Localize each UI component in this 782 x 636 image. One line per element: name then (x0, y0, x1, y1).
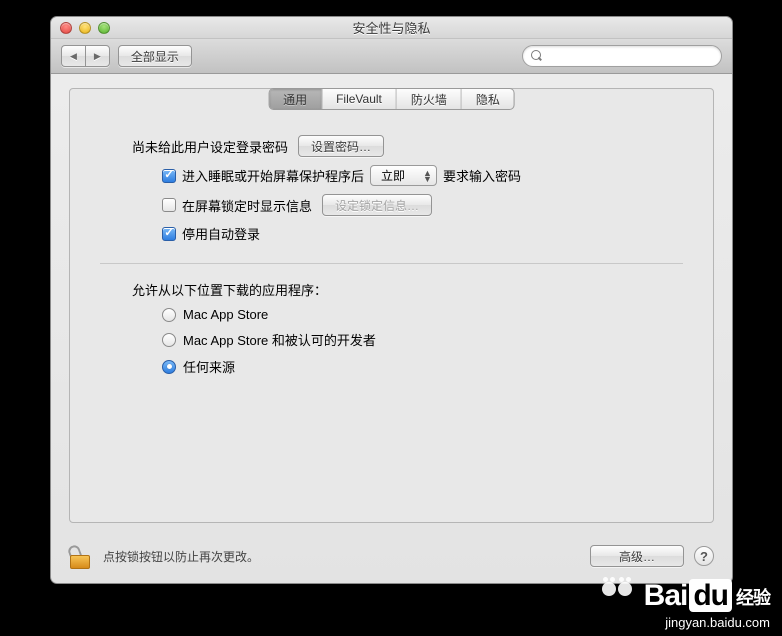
titlebar: 安全性与隐私 (51, 17, 732, 39)
allow-apps-option-identified[interactable] (162, 333, 176, 347)
advanced-button[interactable]: 高级… (590, 545, 684, 567)
tab-firewall[interactable]: 防火墙 (397, 89, 462, 109)
preferences-window: 安全性与隐私 ◀ ▶ 全部显示 通用 FileVault 防火墙 隐私 尚未给此… (50, 16, 733, 584)
nav-segment: ◀ ▶ (61, 45, 110, 67)
allow-apps-option-anywhere[interactable] (162, 360, 176, 374)
watermark-brand-du: du (689, 579, 732, 612)
allow-apps-option-identified-label: Mac App Store 和被认可的开发者 (183, 330, 376, 349)
allow-apps-option-appstore-label: Mac App Store (183, 307, 268, 322)
no-password-label: 尚未给此用户设定登录密码 (132, 137, 288, 156)
watermark-url: jingyan.baidu.com (644, 615, 770, 630)
tab-privacy[interactable]: 隐私 (462, 89, 514, 109)
tab-filevault[interactable]: FileVault (322, 89, 397, 109)
tab-general[interactable]: 通用 (269, 89, 322, 109)
lock-icon[interactable] (69, 543, 95, 569)
show-all-button[interactable]: 全部显示 (118, 45, 192, 67)
updown-icon: ▲▼ (423, 170, 432, 182)
allow-apps-label: 允许从以下位置下载的应用程序： (132, 280, 327, 299)
search-icon (531, 50, 542, 62)
window-title: 安全性与隐私 (51, 18, 732, 37)
require-password-checkbox[interactable] (162, 169, 176, 183)
disable-auto-login-checkbox[interactable] (162, 227, 176, 241)
search-input[interactable] (546, 49, 713, 63)
watermark: Baidu经验 jingyan.baidu.com (644, 579, 770, 630)
allow-apps-option-appstore[interactable] (162, 308, 176, 322)
general-pane: 通用 FileVault 防火墙 隐私 尚未给此用户设定登录密码 设置密码… 进… (69, 88, 714, 523)
require-password-delay-value: 立即 (381, 167, 405, 184)
require-password-delay-select[interactable]: 立即 ▲▼ (370, 165, 437, 186)
watermark-brand-suffix: 经验 (736, 588, 770, 608)
search-field[interactable] (522, 45, 722, 67)
show-lock-message-label: 在屏幕锁定时显示信息 (182, 196, 312, 215)
watermark-brand-bai: Bai (644, 579, 688, 612)
watermark-paws-icon (602, 582, 632, 596)
allow-apps-radiogroup: Mac App Store Mac App Store 和被认可的开发者 任何来… (162, 307, 683, 376)
chevron-right-icon: ▶ (94, 51, 101, 62)
content-area: 通用 FileVault 防火墙 隐私 尚未给此用户设定登录密码 设置密码… 进… (51, 74, 732, 533)
tab-bar: 通用 FileVault 防火墙 隐私 (268, 88, 515, 110)
set-lock-message-button[interactable]: 设定锁定信息… (322, 194, 432, 216)
allow-apps-option-anywhere-label: 任何来源 (183, 357, 235, 376)
require-password-suffix: 要求输入密码 (443, 166, 521, 185)
footer: 点按锁按钮以防止再次更改。 高级… ? (51, 533, 732, 583)
forward-button[interactable]: ▶ (85, 45, 110, 67)
divider (100, 263, 683, 264)
require-password-label: 进入睡眠或开始屏幕保护程序后 (182, 166, 364, 185)
toolbar: ◀ ▶ 全部显示 (51, 39, 732, 74)
show-lock-message-checkbox[interactable] (162, 198, 176, 212)
chevron-left-icon: ◀ (70, 51, 77, 62)
disable-auto-login-label: 停用自动登录 (182, 224, 260, 243)
help-button[interactable]: ? (694, 546, 714, 566)
back-button[interactable]: ◀ (61, 45, 85, 67)
set-password-button[interactable]: 设置密码… (298, 135, 384, 157)
lock-message: 点按锁按钮以防止再次更改。 (103, 548, 259, 565)
